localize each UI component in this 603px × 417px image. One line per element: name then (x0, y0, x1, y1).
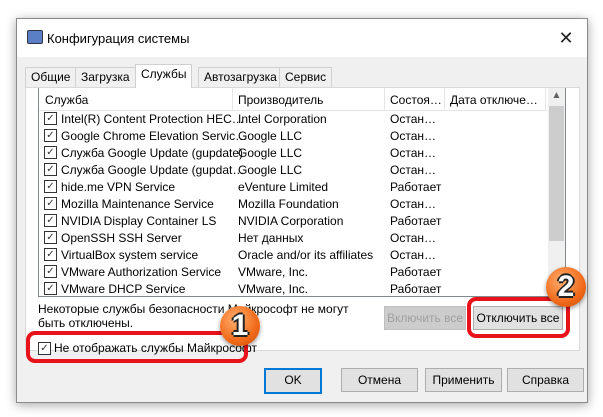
service-row[interactable]: ✓ Служба Google Update (gupdat… Google L… (39, 161, 547, 178)
services-list[interactable]: Служба Производитель Состоя… Дата отключ… (38, 88, 566, 297)
service-row[interactable]: ✓ NVIDIA Display Container LS NVIDIA Cor… (39, 212, 547, 229)
service-name: Google Chrome Elevation Servic… (61, 129, 248, 143)
tab-startup[interactable]: Автозагрузка (198, 67, 283, 87)
scroll-thumb[interactable] (549, 106, 564, 241)
cancel-button[interactable]: Отмена (341, 368, 418, 392)
service-manufacturer: Oracle and/or its affiliates (238, 248, 374, 262)
ok-button[interactable]: OK (264, 368, 322, 394)
service-manufacturer: eVenture Limited (238, 180, 329, 194)
service-manufacturer: Mozilla Foundation (238, 197, 339, 211)
checkbox-checked-icon[interactable]: ✓ (44, 129, 57, 142)
scroll-up-icon[interactable]: ▲ (548, 90, 565, 101)
service-status: Остан… (390, 112, 436, 126)
service-status: Остан… (390, 197, 436, 211)
service-name: VMware Authorization Service (61, 265, 222, 279)
help-button[interactable]: Справка (507, 368, 584, 392)
service-row[interactable]: ✓ hide.me VPN Service eVenture Limited Р… (39, 178, 547, 195)
service-row[interactable]: ✓ OpenSSH SSH Server Нет данных Остан… (39, 229, 547, 246)
service-manufacturer: Google LLC (238, 163, 303, 177)
close-button[interactable]: ✕ (545, 19, 587, 57)
service-manufacturer: Intel Corporation (238, 112, 327, 126)
service-name: Mozilla Maintenance Service (61, 197, 214, 211)
service-status: Работает (390, 265, 442, 279)
checkbox-checked-icon[interactable]: ✓ (44, 180, 57, 193)
vertical-scrollbar[interactable]: ▲ (548, 88, 565, 296)
checkbox-checked-icon[interactable]: ✓ (44, 112, 57, 125)
service-row[interactable]: ✓ VMware DHCP Service VMware, Inc. Работ… (39, 280, 547, 296)
checkbox-checked-icon[interactable]: ✓ (44, 248, 57, 261)
service-name: Служба Google Update (gupdat… (61, 163, 245, 177)
service-manufacturer: VMware, Inc. (238, 282, 309, 296)
service-status: Остан… (390, 231, 436, 245)
service-row[interactable]: ✓ Intel(R) Content Protection HEC… Intel… (39, 110, 547, 127)
service-row[interactable]: ✓ VMware Authorization Service VMware, I… (39, 263, 547, 280)
service-name: Служба Google Update (gupdate) (61, 146, 243, 160)
service-manufacturer: NVIDIA Corporation (238, 214, 344, 228)
service-name: hide.me VPN Service (61, 180, 176, 194)
checkbox-checked-icon[interactable]: ✓ (44, 282, 57, 295)
service-status: Работает (390, 282, 442, 296)
service-status: Работает (390, 180, 442, 194)
service-row[interactable]: ✓ Служба Google Update (gupdate) Google … (39, 144, 547, 161)
step-badge-1: 1 (220, 306, 260, 346)
service-row[interactable]: ✓ Mozilla Maintenance Service Mozilla Fo… (39, 195, 547, 212)
column-status[interactable]: Состоя… (390, 93, 442, 107)
enable-all-button[interactable]: Включить все (384, 306, 466, 330)
service-status: Остан… (390, 248, 436, 262)
checkbox-checked-icon[interactable]: ✓ (44, 163, 57, 176)
tab-tools[interactable]: Сервис (279, 67, 333, 87)
window-title: Конфигурация системы (47, 31, 190, 46)
checkbox-checked-icon[interactable]: ✓ (44, 214, 57, 227)
service-manufacturer: Нет данных (238, 231, 304, 245)
service-manufacturer: Google LLC (238, 129, 303, 143)
service-name: VMware DHCP Service (61, 282, 186, 296)
checkbox-checked-icon[interactable]: ✓ (44, 146, 57, 159)
column-disabled-date[interactable]: Дата отключе… (450, 93, 538, 107)
service-status: Остан… (390, 146, 436, 160)
service-status: Остан… (390, 163, 436, 177)
service-name: NVIDIA Display Container LS (61, 214, 217, 228)
service-name: Intel(R) Content Protection HEC… (61, 112, 244, 126)
service-name: VirtualBox system service (61, 248, 199, 262)
service-status: Работает (390, 214, 442, 228)
step-badge-2: 2 (546, 267, 586, 307)
highlight-hide-checkbox (26, 331, 248, 363)
service-name: OpenSSH SSH Server (61, 231, 182, 245)
apply-button[interactable]: Применить (425, 368, 502, 392)
column-manufacturer[interactable]: Производитель (238, 93, 323, 107)
tab-services[interactable]: Службы (135, 64, 193, 88)
service-manufacturer: Google LLC (238, 146, 303, 160)
service-status: Остан… (390, 129, 436, 143)
list-header: Служба Производитель Состоя… Дата отключ… (39, 88, 547, 111)
msconfig-icon (27, 30, 43, 44)
tab-general[interactable]: Общие (25, 67, 77, 87)
service-row[interactable]: ✓ Google Chrome Elevation Servic… Google… (39, 127, 547, 144)
column-service[interactable]: Служба (45, 93, 88, 107)
security-note: Некоторые службы безопасности Майкрософт… (38, 302, 349, 330)
title-bar: Конфигурация системы ✕ (17, 19, 587, 57)
tab-boot[interactable]: Загрузка (75, 67, 136, 87)
service-manufacturer: VMware, Inc. (238, 265, 309, 279)
checkbox-checked-icon[interactable]: ✓ (44, 231, 57, 244)
checkbox-checked-icon[interactable]: ✓ (44, 265, 57, 278)
checkbox-checked-icon[interactable]: ✓ (44, 197, 57, 210)
service-row[interactable]: ✓ VirtualBox system service Oracle and/o… (39, 246, 547, 263)
